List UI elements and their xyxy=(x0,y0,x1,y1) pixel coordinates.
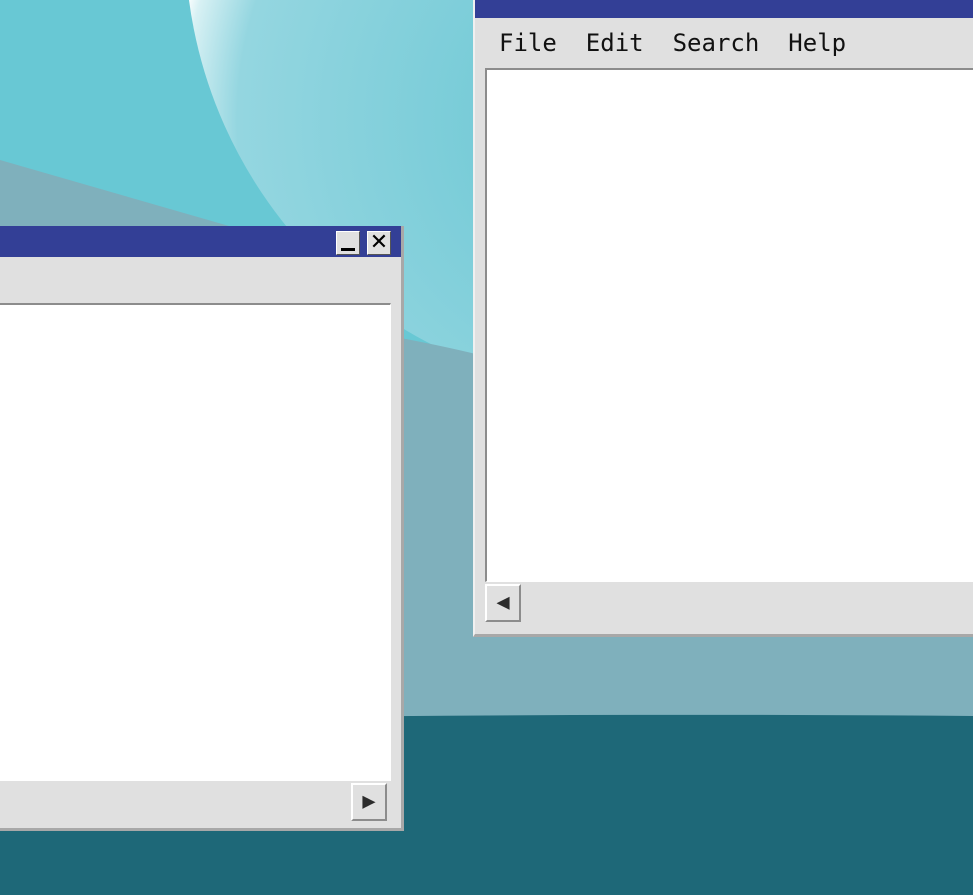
menu-bar: File Edit Search Help xyxy=(475,18,875,68)
left-window-titlebar[interactable]: ✕ xyxy=(0,226,401,257)
menu-edit[interactable]: Edit xyxy=(586,29,644,57)
left-window-hscrollbar[interactable]: ▶ xyxy=(0,781,391,821)
scroll-left-icon: ◀ xyxy=(496,590,510,615)
right-window-hscrollbar[interactable]: ◀ xyxy=(485,582,973,624)
menu-help[interactable]: Help xyxy=(788,29,846,57)
menu-file[interactable]: File xyxy=(499,29,557,57)
scroll-right-icon: ▶ xyxy=(362,789,376,814)
scroll-right-button[interactable]: ▶ xyxy=(351,783,387,821)
close-icon: ✕ xyxy=(369,230,389,255)
minimize-button[interactable] xyxy=(336,231,360,255)
left-window-content[interactable] xyxy=(0,303,391,781)
left-window[interactable]: ✕ ▶ xyxy=(0,226,404,831)
left-window-toolbar xyxy=(0,257,401,303)
scroll-left-button[interactable]: ◀ xyxy=(485,584,521,622)
right-window-titlebar[interactable] xyxy=(475,0,973,18)
minimize-icon xyxy=(341,248,355,251)
menu-search[interactable]: Search xyxy=(673,29,760,57)
right-window-content[interactable] xyxy=(485,68,973,582)
right-window[interactable]: File Edit Search Help ◀ xyxy=(473,0,973,637)
close-button[interactable]: ✕ xyxy=(367,231,391,255)
